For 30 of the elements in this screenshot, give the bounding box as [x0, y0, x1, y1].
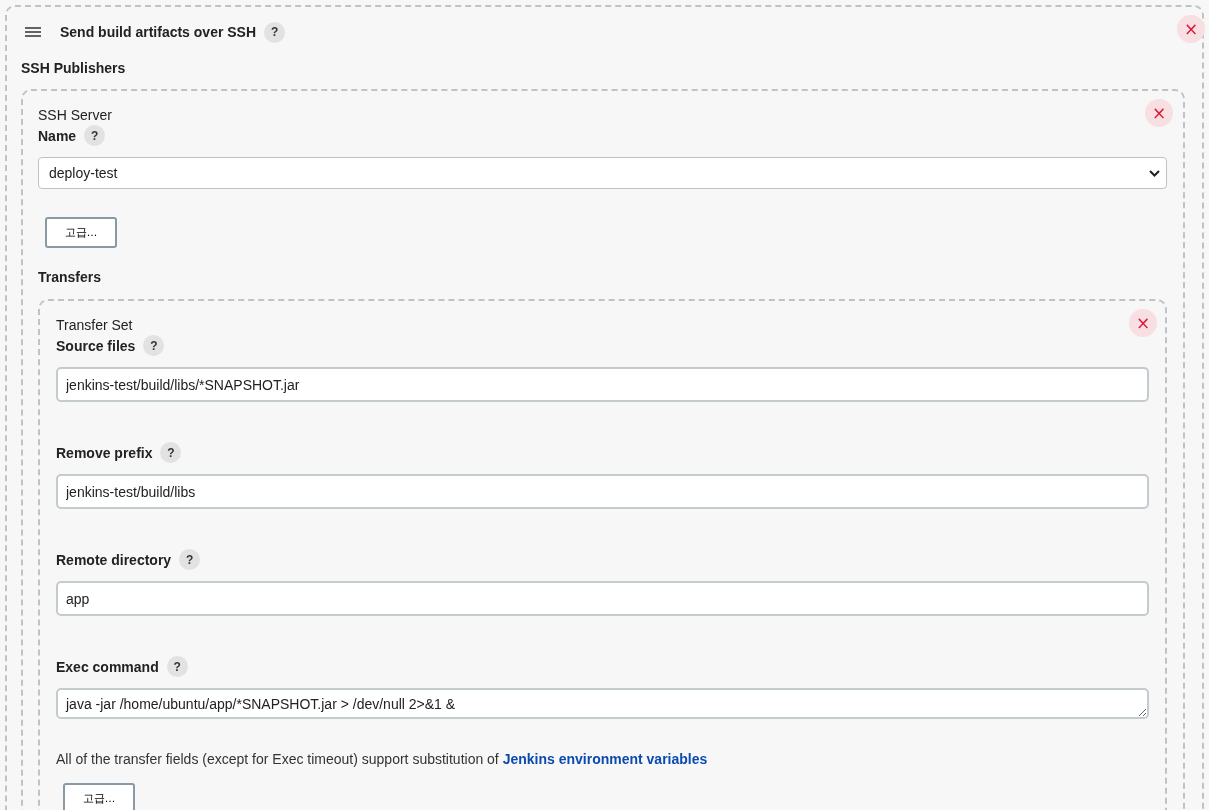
- advanced-button[interactable]: 고급...: [63, 783, 135, 810]
- step-title: Send build artifacts over SSH: [60, 24, 257, 40]
- text-input[interactable]: jenkins-test/build/libs: [56, 474, 1149, 509]
- field-label: Remote directory: [56, 551, 172, 568]
- panel-heading: Transfer Set: [56, 317, 133, 333]
- field-label: Remove prefix: [56, 444, 153, 461]
- help-button[interactable]: ?: [179, 549, 201, 570]
- field-label: Name: [38, 127, 77, 144]
- help-button[interactable]: ?: [264, 21, 286, 43]
- help-button[interactable]: ?: [160, 442, 182, 463]
- field-label: Source files: [56, 337, 136, 354]
- panel-heading: SSH Server: [38, 107, 112, 123]
- section-label: SSH Publishers: [21, 60, 127, 76]
- link[interactable]: Jenkins environment variables: [502, 751, 708, 767]
- delete-button[interactable]: ×: [1129, 309, 1157, 337]
- delete-button[interactable]: ×: [1177, 15, 1205, 43]
- help-button[interactable]: ?: [143, 335, 165, 356]
- field-label: Exec command: [56, 658, 159, 675]
- advanced-button[interactable]: 고급...: [45, 217, 117, 248]
- delete-button[interactable]: ×: [1145, 99, 1173, 127]
- help-button[interactable]: ?: [166, 656, 188, 677]
- help-text: All of the transfer fields (except for Exec timeout) support substitution of: [56, 751, 499, 767]
- section-label: Transfers: [38, 269, 103, 285]
- drag-handle-icon[interactable]: [25, 27, 41, 37]
- help-button[interactable]: ?: [84, 125, 106, 146]
- command-textarea[interactable]: java -jar /home/ubuntu/app/*SNAPSHOT.jar > /dev/null 2>&1 &: [56, 688, 1149, 719]
- chevron-down-icon: [1149, 169, 1160, 177]
- text-input[interactable]: jenkins-test/build/libs/*SNAPSHOT.jar: [56, 367, 1149, 402]
- server-select[interactable]: deploy-test: [38, 157, 1167, 189]
- text-input[interactable]: app: [56, 581, 1149, 616]
